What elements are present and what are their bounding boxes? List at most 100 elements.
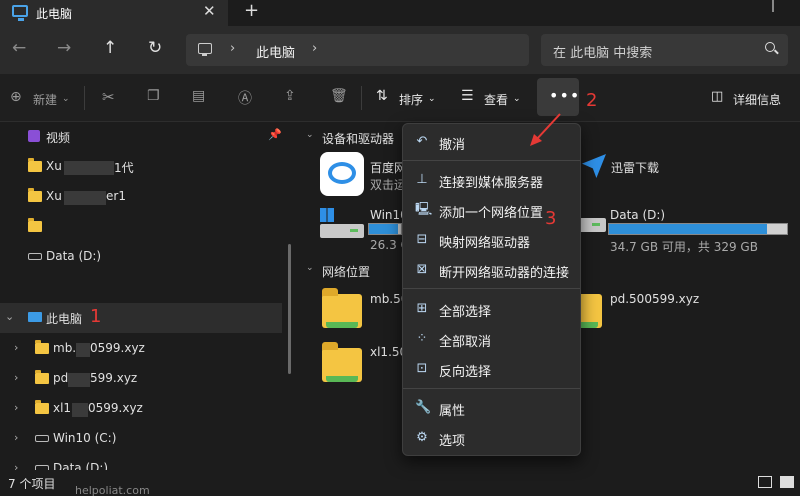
view-button[interactable]: 查看 — [484, 91, 508, 108]
sidebar-item-label: mb. — [53, 341, 77, 355]
chevron-right-icon[interactable]: › — [14, 431, 18, 444]
windows-logo-icon — [320, 208, 334, 222]
back-button[interactable]: ← — [12, 38, 26, 58]
up-button[interactable]: ↑ — [103, 38, 117, 58]
sidebar-item-folder[interactable]: › xl1 0599.xyz — [0, 394, 282, 424]
chevron-right-icon[interactable]: › — [14, 461, 18, 470]
watermark-text: helpoliat.com — [75, 484, 150, 496]
chevron-right-icon[interactable]: › — [230, 41, 235, 56]
menu-item-options[interactable]: ⚙ 选项 — [407, 424, 577, 452]
status-bar: 7 个项目 helpoliat.com — [0, 470, 800, 496]
sidebar-item-d-drive[interactable]: › Data (D:) — [0, 454, 282, 470]
menu-divider — [403, 160, 580, 161]
new-tab-button[interactable]: + — [244, 0, 259, 21]
folder-icon — [28, 188, 42, 202]
sidebar-item-label: pd — [53, 371, 69, 385]
network-item-label[interactable]: pd.500599.xyz — [610, 292, 699, 306]
chevron-down-icon[interactable]: ⌄ — [306, 263, 314, 273]
forward-button[interactable]: → — [57, 38, 71, 58]
drive-icon — [35, 435, 49, 442]
sidebar-item-folder[interactable]: › pd 599.xyz — [0, 364, 282, 394]
more-icon: ••• — [549, 86, 581, 105]
sidebar-item-label: 0599.xyz — [90, 341, 145, 355]
sidebar-item-label: 此电脑 — [46, 312, 83, 326]
menu-item-label: 反向选择 — [439, 365, 492, 380]
sidebar-item-videos[interactable]: 视频 📌 — [0, 122, 282, 152]
folder-icon — [35, 400, 49, 414]
sidebar-item-folder[interactable]: Xu er1 — [0, 182, 282, 212]
baidu-cloud-shape — [328, 162, 356, 184]
search-placeholder: 在 此电脑 中搜索 — [553, 46, 653, 61]
baidu-name[interactable]: 百度网 — [370, 159, 406, 176]
breadcrumb-this-pc[interactable]: 此电脑 — [256, 42, 295, 61]
sort-button[interactable]: 排序 — [399, 91, 423, 108]
d-drive-name[interactable]: Data (D:) — [610, 208, 665, 222]
annotation-arrow — [530, 113, 561, 146]
sidebar-item-label: Data (D:) — [46, 249, 102, 263]
sidebar-item-data-drive[interactable]: Data (D:) — [0, 242, 282, 272]
chevron-right-icon[interactable]: › — [312, 41, 317, 56]
cut-icon[interactable]: ✂ — [102, 88, 115, 106]
network-location-icon: 🖳 — [415, 202, 433, 217]
sidebar-item-folder[interactable] — [0, 212, 282, 242]
new-button[interactable]: 新建 — [33, 91, 57, 108]
menu-divider — [403, 388, 580, 389]
computer-icon — [12, 5, 28, 21]
annotation-number: 2 — [586, 90, 598, 111]
chevron-down-icon[interactable]: ⌄ — [306, 130, 314, 140]
tab-title: 此电脑 — [36, 7, 73, 21]
menu-item-properties[interactable]: 🔧 属性 — [407, 394, 577, 422]
details-button[interactable]: 详细信息 — [733, 91, 781, 108]
properties-icon: 🔧 — [415, 400, 432, 415]
video-icon — [28, 130, 40, 142]
sidebar-item-c-drive[interactable]: › Win10 (C:) — [0, 424, 282, 454]
close-tab-icon[interactable]: ✕ — [203, 2, 216, 20]
d-drive-usage-bar — [608, 223, 788, 235]
item-count: 7 个项目 — [8, 477, 56, 491]
refresh-button[interactable]: ↻ — [148, 38, 162, 58]
address-bar[interactable]: › 此电脑 › — [186, 34, 529, 66]
menu-item-select-none[interactable]: ⁘ 全部取消 — [407, 325, 577, 353]
drive-icon — [28, 253, 42, 260]
disconnect-drive-icon: ⊠ — [416, 262, 428, 277]
paste-icon[interactable]: ▤ — [192, 88, 205, 104]
chevron-right-icon[interactable]: › — [14, 401, 18, 414]
command-bar: ⊕ 新建 ⌄ ✂ ❐ ▤ Ⓐ ⇪ 🗑 ⇅ 排序 ⌄ ☰ 查看 ⌄ ◫ 详细信息 — [0, 74, 800, 122]
tiles-view-icon[interactable] — [780, 476, 794, 488]
annotation-number: 3 — [545, 208, 557, 229]
xunlei-name[interactable]: 迅雷下载 — [611, 159, 659, 176]
chevron-right-icon[interactable]: › — [14, 341, 18, 354]
plus-circle-icon: ⊕ — [10, 89, 22, 105]
blurred-text — [64, 191, 106, 205]
menu-item-connect-media-server[interactable]: ⊥ 连接到媒体服务器 — [407, 166, 577, 194]
search-input[interactable]: 在 此电脑 中搜索 — [541, 34, 788, 66]
details-view-icon[interactable] — [758, 476, 772, 488]
sidebar-item-this-pc[interactable]: ⌄ 此电脑 1 — [0, 303, 282, 333]
divider — [84, 86, 85, 110]
sidebar-scrollbar[interactable] — [288, 244, 291, 374]
chevron-down-icon[interactable]: ⌄ — [5, 310, 14, 323]
sidebar-item-folder[interactable]: Xu 1代 — [0, 152, 282, 182]
media-server-icon: ⊥ — [416, 172, 428, 187]
chevron-down-icon: ⌄ — [62, 94, 70, 104]
delete-icon[interactable]: 🗑 — [330, 88, 348, 104]
menu-item-invert-selection[interactable]: ⊡ 反向选择 — [407, 355, 577, 383]
see-more-menu: ↶ 撤消 ⊥ 连接到媒体服务器 🖳 添加一个网络位置 ⊟ 映射网络驱动器 ⊠ 断… — [402, 123, 581, 456]
menu-item-map-network-drive[interactable]: ⊟ 映射网络驱动器 — [407, 226, 577, 254]
chevron-down-icon: ⌄ — [513, 94, 521, 104]
pin-icon[interactable]: 📌 — [268, 128, 282, 141]
network-folder-icon — [322, 342, 362, 382]
share-icon[interactable]: ⇪ — [284, 88, 296, 104]
menu-item-select-all[interactable]: ⊞ 全部选择 — [407, 295, 577, 323]
menu-divider — [403, 288, 580, 289]
sidebar-item-folder[interactable]: › mb. 0599.xyz — [0, 334, 282, 364]
rename-icon[interactable]: Ⓐ — [238, 88, 252, 108]
tab-this-pc[interactable]: 此电脑 ✕ — [0, 0, 228, 26]
section-network-header[interactable]: 网络位置 — [322, 263, 370, 280]
section-devices-header[interactable]: 设备和驱动器 — [322, 130, 394, 147]
chevron-right-icon[interactable]: › — [14, 371, 18, 384]
menu-item-disconnect-network-drive[interactable]: ⊠ 断开网络驱动器的连接 — [407, 256, 577, 284]
window-divider — [772, 0, 774, 12]
baidu-subtitle: 双击运 — [370, 178, 407, 192]
copy-icon[interactable]: ❐ — [147, 88, 160, 104]
